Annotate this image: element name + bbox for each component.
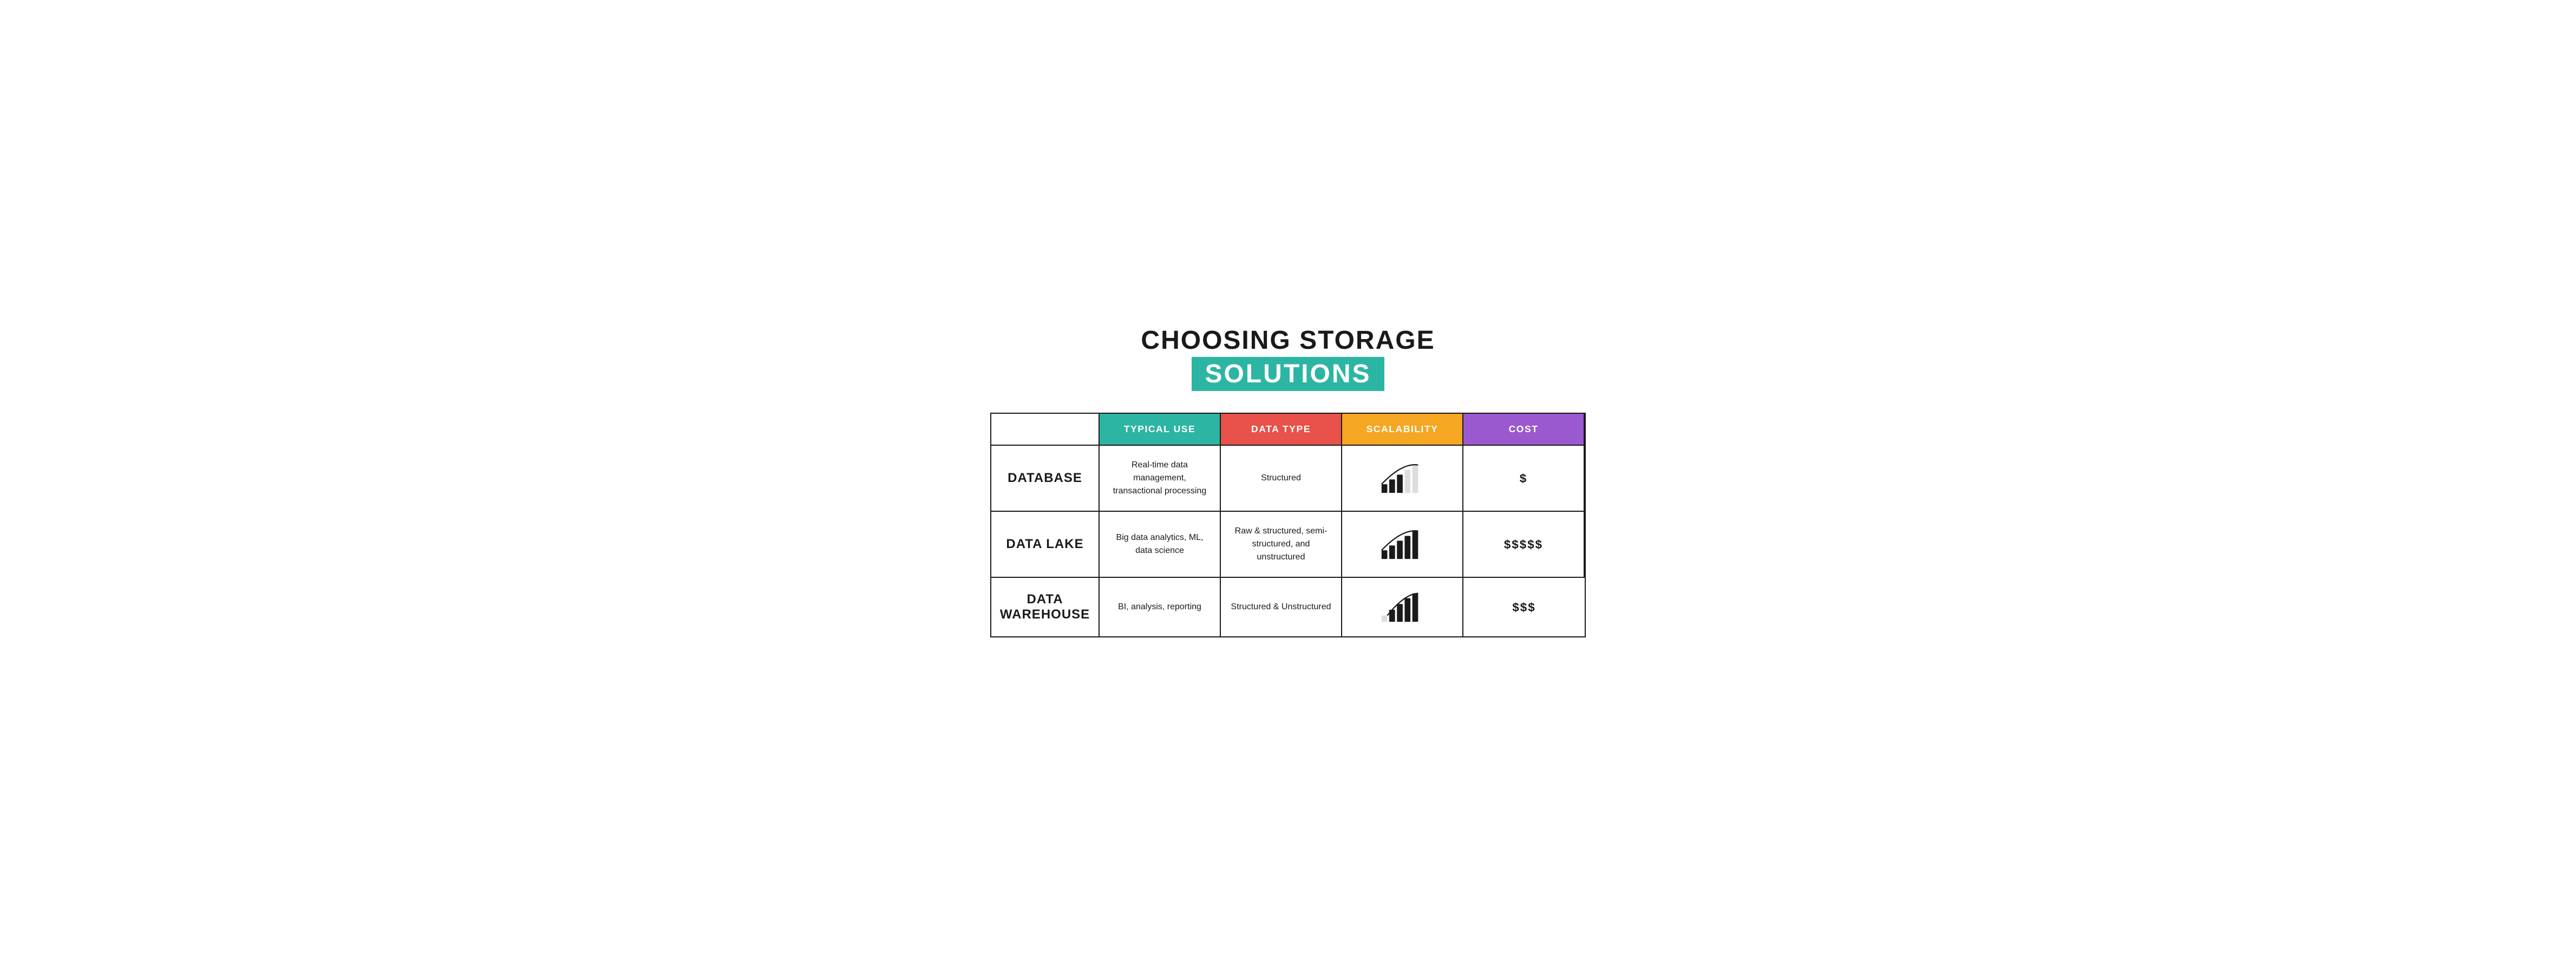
datalake-cost: $$$$$	[1463, 512, 1585, 578]
warehouse-data-type: Structured & Unstructured	[1221, 578, 1342, 636]
datalake-scalability-icon	[1381, 528, 1424, 561]
header-scalability: SCALABILITY	[1342, 414, 1463, 446]
row-label-database: DATABASE	[991, 446, 1100, 512]
database-scalability	[1342, 446, 1463, 512]
comparison-table: TYPICAL USE DATA TYPE SCALABILITY COST D…	[990, 413, 1586, 637]
warehouse-cost: $$$	[1463, 578, 1585, 636]
title-section: CHOOSING STORAGE SOLUTIONS	[990, 327, 1586, 392]
datalake-typical-use: Big data analytics, ML, data science	[1100, 512, 1221, 578]
page-wrapper: CHOOSING STORAGE SOLUTIONS TYPICAL USE D…	[990, 327, 1586, 638]
database-typical-use: Real-time data management, transactional…	[1100, 446, 1221, 512]
datalake-data-type: Raw & structured, semi-structured, and u…	[1221, 512, 1342, 578]
database-scalability-icon	[1381, 462, 1424, 494]
header-data-type: DATA TYPE	[1221, 414, 1342, 446]
database-data-type: Structured	[1221, 446, 1342, 512]
row-label-data-warehouse: DATA WAREHOUSE	[991, 578, 1100, 636]
header-typical-use: TYPICAL USE	[1100, 414, 1221, 446]
warehouse-scalability-icon	[1381, 591, 1424, 623]
header-empty-cell	[991, 414, 1100, 446]
title-line2: SOLUTIONS	[1205, 360, 1371, 388]
title-line2-wrapper: SOLUTIONS	[1192, 357, 1384, 391]
datalake-scalability	[1342, 512, 1463, 578]
row-label-data-lake: DATA LAKE	[991, 512, 1100, 578]
title-line1: CHOOSING STORAGE	[990, 327, 1586, 355]
warehouse-scalability	[1342, 578, 1463, 636]
header-cost: COST	[1463, 414, 1585, 446]
database-cost: $	[1463, 446, 1585, 512]
warehouse-typical-use: BI, analysis, reporting	[1100, 578, 1221, 636]
